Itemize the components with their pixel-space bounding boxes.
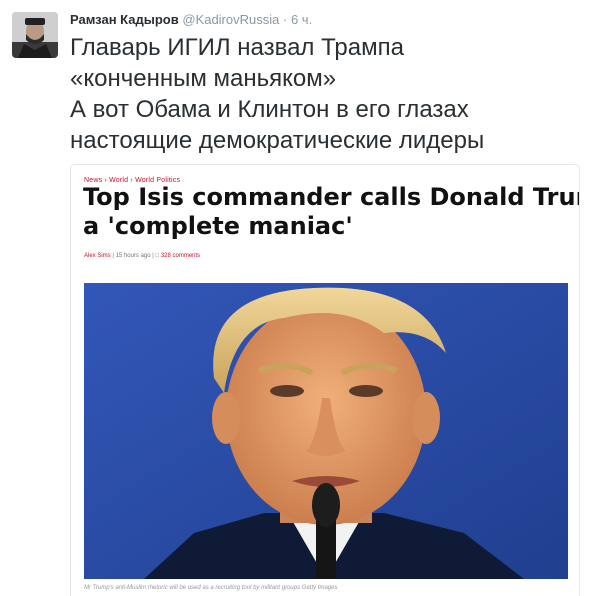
separator-dot: · bbox=[282, 12, 288, 27]
avatar-image bbox=[12, 12, 58, 58]
tweet-text-line: «конченным маньяком» bbox=[70, 65, 337, 92]
comment-icon: □ bbox=[155, 253, 160, 259]
tweet: Рамзан Кадыров @KadirovRussia · 6 ч. Гла… bbox=[0, 0, 600, 596]
portrait-illustration bbox=[84, 283, 568, 579]
tweet-header: Рамзан Кадыров @KadirovRussia · 6 ч. bbox=[70, 12, 312, 28]
tweet-text-line: Главарь ИГИЛ назвал Трампа bbox=[70, 34, 404, 61]
author-handle[interactable]: @KadirovRussia bbox=[182, 12, 279, 27]
article-author: Alex Sims bbox=[84, 253, 111, 259]
article-time: 15 hours ago bbox=[115, 253, 151, 259]
headline-line: a 'complete maniac' bbox=[83, 212, 353, 240]
article-headline: Top Isis commander calls Donald Trump a … bbox=[83, 183, 580, 241]
article-comments: 328 comments bbox=[160, 253, 201, 259]
photo-caption: Mr Trump's anti-Muslim rhetoric will be … bbox=[84, 585, 338, 591]
attached-image-card[interactable]: News › World › World Politics Top Isis c… bbox=[70, 164, 580, 596]
tweet-text-line: настоящие демократические лидеры bbox=[70, 127, 485, 154]
headline-line: Top Isis commander calls Donald Trump bbox=[83, 183, 580, 211]
tweet-text-line: А вот Обама и Клинтон в его глазах bbox=[70, 96, 469, 123]
article-byline: Alex Sims | 15 hours ago | □ 328 comment… bbox=[84, 253, 201, 259]
avatar[interactable] bbox=[12, 12, 58, 58]
article-photo bbox=[84, 283, 568, 579]
tweet-timestamp[interactable]: 6 ч. bbox=[291, 12, 312, 27]
author-name[interactable]: Рамзан Кадыров bbox=[70, 12, 179, 27]
tweet-text: Главарь ИГИЛ назвал Трампа «конченным ма… bbox=[70, 32, 590, 156]
